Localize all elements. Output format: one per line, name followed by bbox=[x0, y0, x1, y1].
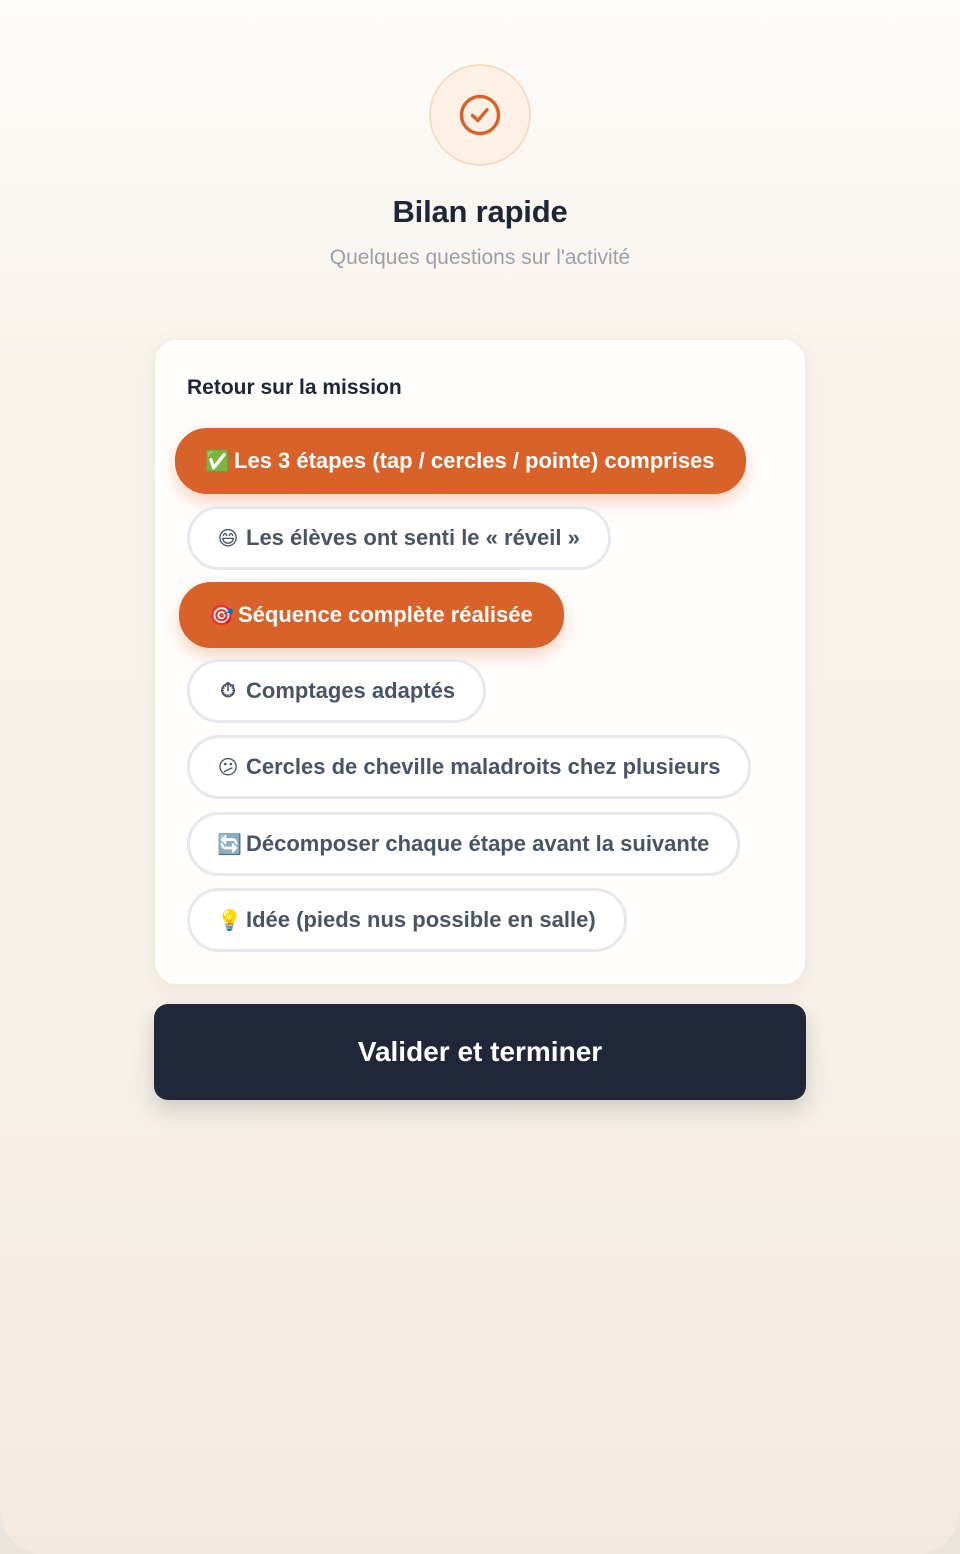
page-title: Bilan rapide bbox=[392, 194, 568, 229]
chip-sequence-complete[interactable]: 🎯 Séquence complète réalisée bbox=[179, 582, 564, 648]
confused-face-icon: 😕 bbox=[217, 756, 239, 779]
page-subtitle: Quelques questions sur l'activité bbox=[329, 246, 631, 269]
chip-idea-barefoot[interactable]: 💡 Idée (pieds nus possible en salle) bbox=[187, 888, 627, 952]
chip-label: Les 3 étapes (tap / cercles / pointe) co… bbox=[234, 448, 715, 473]
chip-steps-understood[interactable]: ✅ Les 3 étapes (tap / cercles / pointe) … bbox=[175, 428, 746, 494]
check-mark-icon: ✅ bbox=[205, 450, 230, 473]
check-circle-icon bbox=[429, 64, 531, 166]
chip-label: Décomposer chaque étape avant la suivant… bbox=[246, 831, 710, 856]
card-title: Retour sur la mission bbox=[187, 376, 402, 399]
chip-label: Cercles de cheville maladroits chez plus… bbox=[246, 754, 721, 779]
stopwatch-icon: ⏱ bbox=[220, 679, 236, 702]
feedback-card: Retour sur la mission ✅ Les 3 étapes (ta… bbox=[155, 340, 805, 984]
chip-label: Idée (pieds nus possible en salle) bbox=[246, 907, 596, 932]
chip-decompose-steps[interactable]: 🔄 Décomposer chaque étape avant la suiva… bbox=[187, 812, 741, 876]
repeat-icon: 🔄 bbox=[217, 833, 242, 856]
chip-wake-up-felt[interactable]: 😄 Les élèves ont senti le « réveil » bbox=[187, 506, 611, 570]
screen: Bilan rapide Quelques questions sur l'ac… bbox=[0, 0, 960, 1554]
chip-label: Séquence complète réalisée bbox=[238, 602, 533, 627]
chip-ankle-circles-clumsy[interactable]: 😕 Cercles de cheville maladroits chez pl… bbox=[187, 735, 752, 799]
lightbulb-icon: 💡 bbox=[217, 909, 242, 932]
chip-counts-adapted[interactable]: ⏱ Comptages adaptés bbox=[187, 659, 487, 723]
chip-label: Comptages adaptés bbox=[246, 678, 456, 703]
validate-finish-button[interactable]: Valider et terminer bbox=[154, 1004, 806, 1100]
target-icon: 🎯 bbox=[209, 604, 234, 627]
smile-icon: 😄 bbox=[217, 527, 239, 550]
chip-label: Les élèves ont senti le « réveil » bbox=[246, 525, 580, 550]
